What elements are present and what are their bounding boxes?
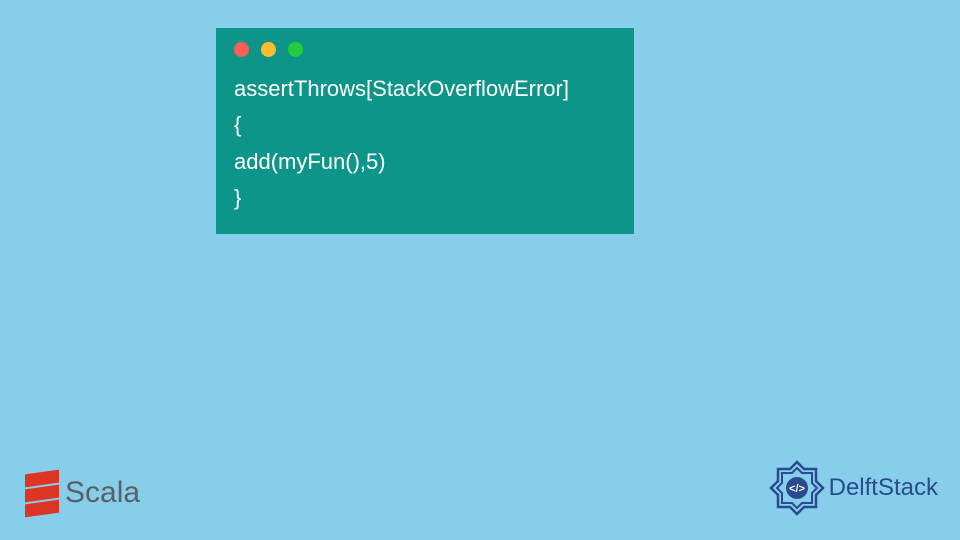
code-content: assertThrows[StackOverflowError] { add(m…	[216, 65, 634, 216]
scala-logo: Scala	[25, 470, 140, 516]
scala-logo-text: Scala	[65, 476, 140, 510]
maximize-icon	[288, 42, 303, 57]
code-window: assertThrows[StackOverflowError] { add(m…	[216, 28, 634, 234]
delftstack-logo: </> DelftStack	[769, 460, 938, 516]
delftstack-icon: </>	[769, 460, 825, 516]
svg-text:</>: </>	[789, 483, 805, 495]
window-controls	[216, 28, 634, 65]
close-icon	[234, 42, 249, 57]
code-line: {	[234, 107, 616, 143]
scala-icon	[25, 470, 59, 516]
code-line: }	[234, 180, 616, 216]
minimize-icon	[261, 42, 276, 57]
delftstack-logo-text: DelftStack	[829, 474, 938, 502]
code-line: assertThrows[StackOverflowError]	[234, 71, 616, 107]
code-line: add(myFun(),5)	[234, 144, 616, 180]
